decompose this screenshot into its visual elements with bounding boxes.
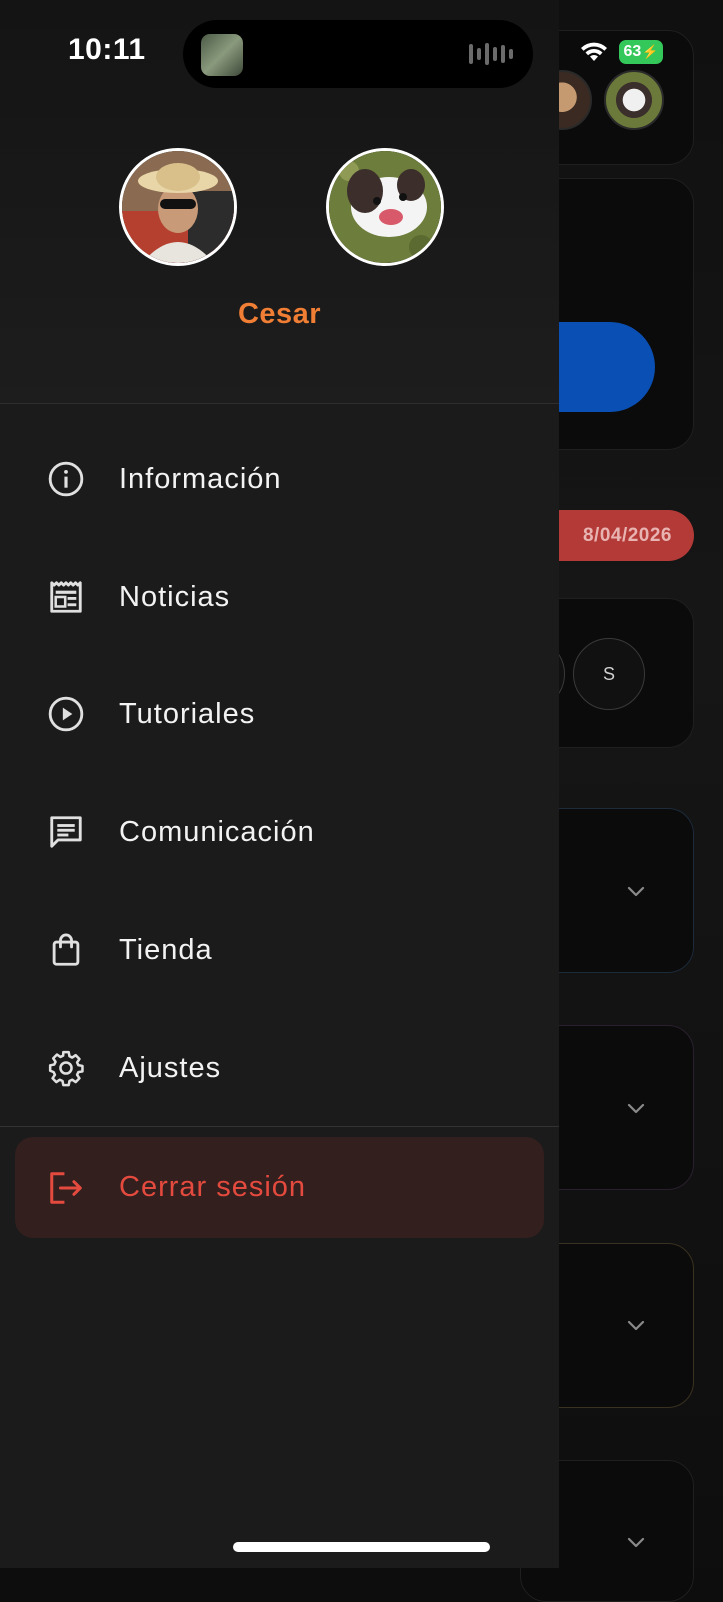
menu-label: Tutoriales — [119, 697, 256, 730]
status-time: 10:11 — [68, 33, 146, 66]
bg-day-label: S — [602, 663, 615, 684]
menu-label: Noticias — [119, 580, 231, 613]
play-circle-icon — [46, 694, 86, 734]
menu-label: Comunicación — [119, 815, 315, 848]
logout-icon — [46, 1168, 86, 1208]
media-thumbnail — [201, 34, 243, 76]
chevron-down-icon — [627, 1103, 645, 1114]
info-icon — [46, 459, 86, 499]
battery-indicator: 63 ⚡ — [619, 40, 663, 64]
menu-label: Tienda — [119, 933, 213, 966]
menu-item-noticias[interactable]: Noticias — [0, 547, 559, 647]
status-indicators: 63 ⚡ — [579, 40, 663, 64]
logout-label: Cerrar sesión — [119, 1171, 307, 1203]
dynamic-island — [183, 20, 533, 88]
wifi-icon — [581, 42, 607, 61]
menu-item-comunicacion[interactable]: Comunicación — [0, 782, 559, 882]
menu-item-tienda[interactable]: Tienda — [0, 900, 559, 1000]
menu-divider — [0, 1126, 559, 1127]
pet-avatar[interactable] — [326, 148, 444, 266]
pet-photo — [329, 151, 441, 263]
user-avatar[interactable] — [119, 148, 237, 266]
message-icon — [46, 812, 86, 852]
profile-name: Cesar — [237, 298, 322, 330]
menu-item-informacion[interactable]: Información — [0, 429, 559, 529]
charging-bolt-icon: ⚡ — [642, 44, 659, 59]
menu-label: Información — [119, 462, 282, 495]
navigation-drawer: Cesar Información Noticias Tutoriales Co… — [0, 0, 559, 1568]
bg-pet-avatar — [604, 70, 664, 130]
newspaper-icon — [46, 577, 86, 617]
battery-level: 63 — [623, 43, 642, 60]
user-photo — [122, 151, 234, 263]
menu-item-ajustes[interactable]: Ajustes — [0, 1018, 559, 1118]
chevron-down-icon — [627, 886, 645, 897]
gear-icon — [46, 1048, 86, 1088]
bg-day-circle: S — [573, 638, 645, 710]
home-indicator[interactable] — [233, 1542, 490, 1552]
audio-wave-icon — [469, 42, 513, 66]
logout-button[interactable]: Cerrar sesión — [15, 1137, 544, 1238]
shopping-bag-icon — [46, 930, 86, 970]
chevron-down-icon — [627, 1537, 645, 1548]
menu-item-tutoriales[interactable]: Tutoriales — [0, 664, 559, 764]
menu-label: Ajustes — [119, 1051, 222, 1084]
chevron-down-icon — [627, 1320, 645, 1331]
